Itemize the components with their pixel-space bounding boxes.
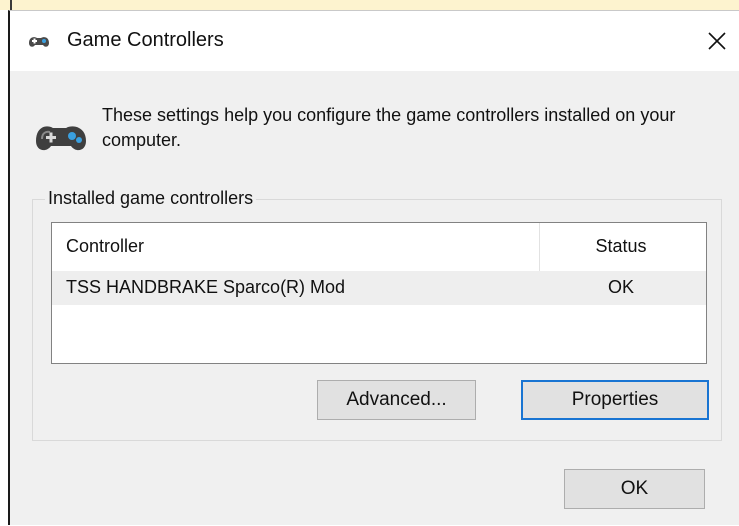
window-title: Game Controllers bbox=[67, 29, 224, 51]
dialog-content: These settings help you configure the ga… bbox=[10, 71, 739, 526]
gamepad-icon bbox=[36, 126, 86, 151]
installed-controllers-group: Installed game controllers Controller St… bbox=[32, 188, 722, 441]
advanced-button[interactable]: Advanced... bbox=[317, 380, 476, 420]
background-window-strip bbox=[0, 0, 739, 10]
controller-name: TSS HANDBRAKE Sparco(R) Mod bbox=[66, 277, 346, 297]
list-header: Controller Status bbox=[52, 223, 706, 271]
controller-status: OK bbox=[607, 277, 634, 297]
list-item[interactable]: TSS HANDBRAKE Sparco(R) Mod OK bbox=[52, 271, 706, 305]
controllers-list[interactable]: Controller Status TSS HANDBRAKE Sparco(R… bbox=[51, 222, 707, 364]
group-legend: Installed game controllers bbox=[45, 188, 257, 209]
column-header-controller[interactable]: Controller bbox=[66, 236, 144, 257]
ok-button[interactable]: OK bbox=[564, 469, 705, 509]
game-controllers-dialog: Game Controllers These settings help you… bbox=[8, 10, 739, 525]
intro-description: These settings help you configure the ga… bbox=[102, 105, 676, 150]
properties-button[interactable]: Properties bbox=[521, 380, 709, 420]
gamepad-icon bbox=[29, 37, 49, 47]
column-header-status[interactable]: Status bbox=[540, 236, 702, 257]
title-bar[interactable]: Game Controllers bbox=[10, 11, 739, 71]
close-icon bbox=[708, 32, 726, 50]
close-button[interactable] bbox=[695, 11, 739, 71]
background-window-edge bbox=[10, 0, 12, 10]
